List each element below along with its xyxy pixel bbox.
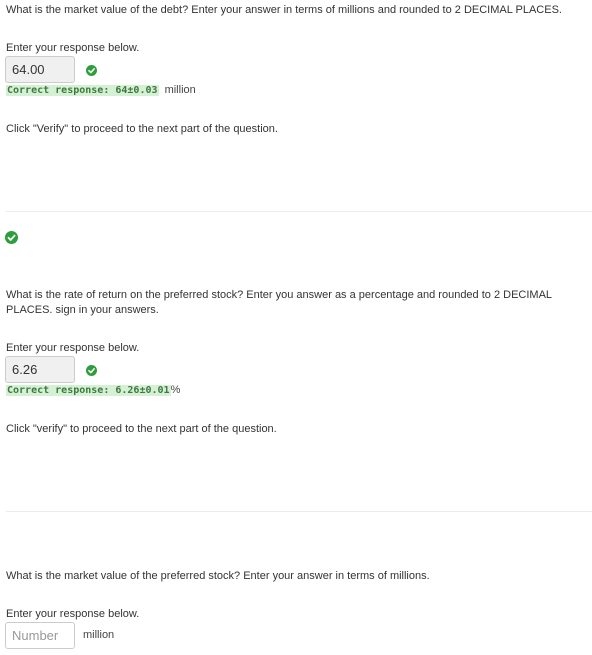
verify-instruction-1: Click "Verify" to proceed to the next pa… xyxy=(6,123,278,135)
response-prompt-2: Enter your response below. xyxy=(6,342,140,354)
response-prompt-3: Enter your response below. xyxy=(6,608,140,620)
verify-instruction-2: Click "verify" to proceed to the next pa… xyxy=(6,423,277,435)
correct-response-1: Correct response: 64±0.03 million xyxy=(6,84,196,97)
check-circle-icon xyxy=(86,365,97,376)
correct-response-label: Correct response: 6.26±0.01 xyxy=(6,385,171,396)
answer-field-1[interactable]: 64.00 xyxy=(5,56,75,83)
unit-label: million xyxy=(164,84,196,96)
section-divider xyxy=(6,211,592,212)
check-circle-icon xyxy=(86,65,97,76)
correct-response-label: Correct response: 64±0.03 xyxy=(6,85,159,96)
correct-response-2: Correct response: 6.26±0.01% xyxy=(6,384,180,397)
question-text-2: What is the rate of return on the prefer… xyxy=(6,289,552,316)
section-divider xyxy=(6,511,592,512)
unit-label: million xyxy=(83,629,115,641)
answer-field-2[interactable]: 6.26 xyxy=(5,356,75,383)
question-text-1: What is the market value of the debt? En… xyxy=(6,4,562,16)
check-circle-icon xyxy=(5,231,18,244)
response-prompt-1: Enter your response below. xyxy=(6,42,140,54)
question-text-3: What is the market value of the preferre… xyxy=(6,570,430,582)
answer-input-3[interactable] xyxy=(5,622,75,649)
unit-label: % xyxy=(170,384,181,396)
